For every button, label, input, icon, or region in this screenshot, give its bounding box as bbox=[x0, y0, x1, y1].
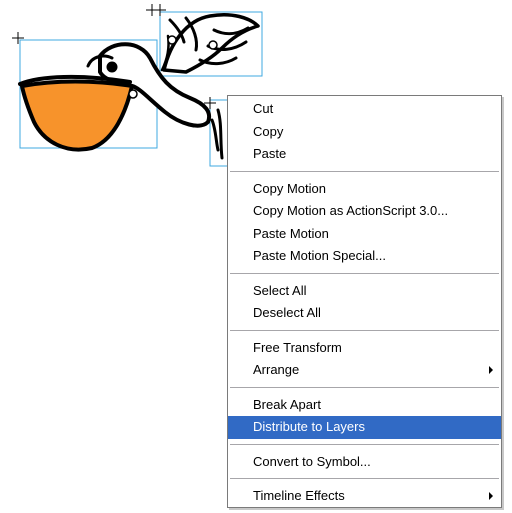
menu-item-paste-motion-special[interactable]: Paste Motion Special... bbox=[228, 245, 501, 268]
pelican-leg bbox=[210, 108, 224, 160]
menu-item-timeline-effects[interactable]: Timeline Effects bbox=[228, 485, 501, 508]
menu-item-paste[interactable]: Paste bbox=[228, 143, 501, 166]
context-menu: Cut Copy Paste Copy Motion Copy Motion as Ac… bbox=[227, 95, 502, 508]
menu-item-label: Paste Motion bbox=[253, 225, 329, 241]
menu-item-label: Select All bbox=[253, 282, 307, 298]
menu-item-label: Convert to Symbol... bbox=[253, 453, 371, 469]
menu-item-label: Paste Motion Special... bbox=[253, 248, 386, 263]
menu-item-label: Arrange bbox=[253, 362, 300, 377]
menu-item-label: Free Transform bbox=[253, 339, 342, 355]
menu-item-label: Break Apart bbox=[253, 396, 321, 412]
menu-item-break-apart[interactable]: Break Apart bbox=[228, 394, 501, 417]
menu-separator bbox=[230, 478, 499, 480]
menu-item-convert-to-symbol[interactable]: Convert to Symbol... bbox=[228, 451, 501, 474]
menu-item-distribute-to-layers[interactable]: Distribute to Layers bbox=[228, 416, 501, 439]
menu-item-label: Cut bbox=[253, 101, 274, 116]
menu-item-label: Paste bbox=[253, 146, 287, 161]
menu-item-label: Copy Motion as ActionScript 3.0... bbox=[253, 203, 449, 218]
menu-item-deselect-all[interactable]: Deselect All bbox=[228, 302, 501, 325]
menu-item-label: Copy Motion bbox=[253, 180, 326, 196]
menu-item-label: Copy bbox=[253, 123, 284, 139]
menu-item-copy-motion[interactable]: Copy Motion bbox=[228, 178, 501, 201]
menu-item-arrange[interactable]: Arrange bbox=[228, 359, 501, 382]
menu-separator bbox=[230, 170, 499, 173]
menu-item-paste-motion[interactable]: Paste Motion bbox=[228, 223, 501, 246]
menu-item-select-all[interactable]: Select All bbox=[228, 280, 501, 303]
pelican-beak bbox=[20, 79, 134, 152]
menu-separator bbox=[230, 386, 499, 389]
menu-item-copy[interactable]: Copy bbox=[228, 121, 501, 144]
menu-item-free-transform[interactable]: Free Transform bbox=[228, 337, 501, 360]
menu-item-copy-motion-as-actionscript-3-0[interactable]: Copy Motion as ActionScript 3.0... bbox=[228, 200, 501, 223]
menu-separator bbox=[230, 329, 499, 332]
menu-separator bbox=[230, 443, 499, 446]
menu-item-label: Distribute to Layers bbox=[253, 419, 365, 434]
menu-separator bbox=[230, 272, 499, 275]
menu-item-label: Deselect All bbox=[253, 305, 321, 320]
menu-item-label: Timeline Effects bbox=[253, 488, 345, 503]
submenu-arrow-icon bbox=[489, 492, 493, 501]
menu-item-cut[interactable]: Cut bbox=[228, 98, 501, 121]
submenu-arrow-icon bbox=[489, 366, 493, 375]
